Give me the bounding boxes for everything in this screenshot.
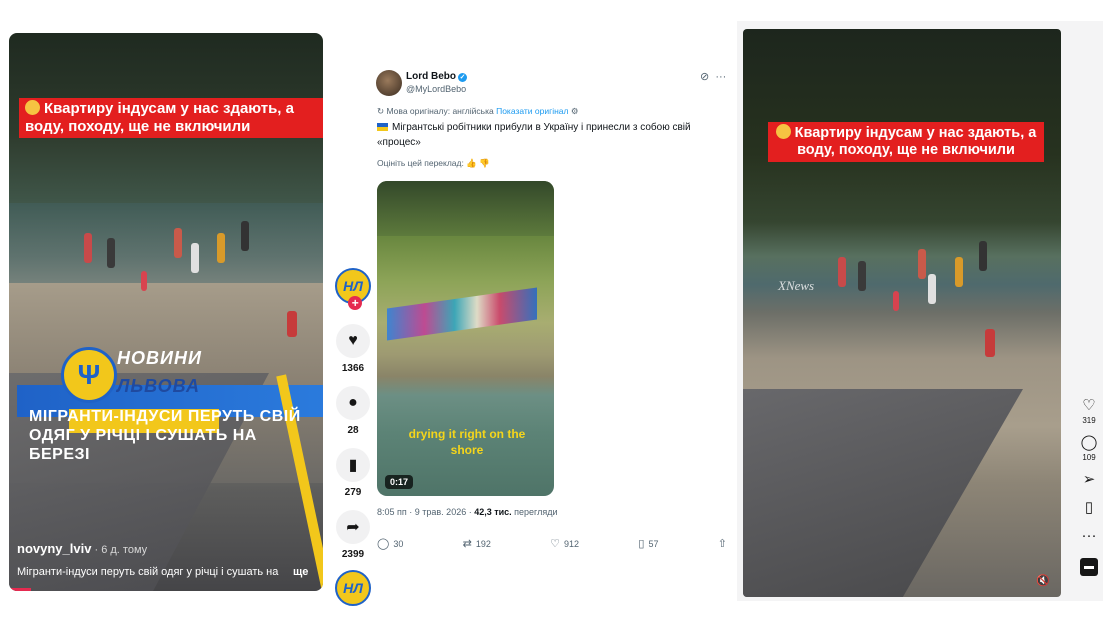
reply-icon: ◯ (377, 538, 390, 550)
heart-icon: ♡ (550, 538, 561, 550)
video-caption: Мігранти-індуси перуть свій одяг у річці… (17, 566, 279, 578)
post-age: · 6 д. тому (91, 544, 148, 556)
more-link[interactable]: ще (293, 566, 308, 578)
x-post: Lord Bebo ✓ @MyLordBebo ⊘ ··· ↻ Мова ориг… (372, 64, 732, 564)
right-comment-count: 109 (1082, 453, 1096, 462)
post-top-icons: ⊘ ··· (700, 70, 726, 83)
right-like-count: 319 (1082, 416, 1096, 425)
bookmark-outline-icon: ▯ (638, 538, 645, 550)
author-line[interactable]: novyny_lviv · 6 д. тому (17, 541, 147, 556)
news-headline: МІГРАНТИ-ІНДУСИ ПЕРУТЬ СВІЙ ОДЯГ У РІЧЦІ… (29, 408, 301, 463)
translate-icon: ↻ (377, 106, 385, 116)
video-progress-bar[interactable] (9, 588, 31, 591)
drying-clothes (387, 287, 537, 341)
music-disc-icon[interactable]: НЛ (335, 570, 371, 606)
author-username[interactable]: novyny_lviv (17, 541, 91, 556)
video-media[interactable]: drying it right on the shore 0:17 (377, 181, 554, 496)
settings-gear-icon[interactable]: ⚙ (571, 106, 579, 116)
video-duration: 0:17 (385, 475, 414, 489)
news-logo-line2: ЛЬВОВА (117, 376, 200, 396)
heart-outline-icon[interactable]: ♡ (1078, 398, 1100, 414)
tiktok-video-left[interactable]: Квартиру індусам у нас здають, а воду, п… (9, 33, 323, 591)
views-count: 42,3 тис. (474, 507, 512, 517)
thumbs-down-icon[interactable]: 👎 (479, 158, 490, 168)
rate-label: Оцініть цей переклад: (377, 158, 464, 168)
bookmark-button[interactable]: ▯ 57 (638, 537, 658, 550)
audio-track-icon[interactable] (1080, 558, 1098, 576)
like-heart-icon[interactable]: ♥ (336, 324, 370, 358)
like-count: 1366 (341, 363, 365, 374)
repost-button[interactable]: ⇄ 192 (463, 537, 491, 550)
avatar[interactable] (376, 70, 402, 96)
channel-avatar[interactable]: НЛ + (335, 268, 371, 310)
channel-avatar-text: НЛ (343, 278, 363, 294)
bookmark-icon[interactable]: ▮ (336, 448, 370, 482)
comment-count: 28 (347, 425, 359, 436)
right-action-rail: ♡ 319 ◯ 109 ➢ ▯ ··· (1078, 398, 1100, 576)
follow-plus-icon[interactable]: + (348, 296, 362, 310)
video-banner-text: Квартиру індусам у нас здають, а воду, п… (768, 122, 1044, 162)
river-area (9, 203, 323, 293)
repost-icon: ⇄ (462, 538, 472, 550)
sad-face-icon (25, 100, 40, 115)
user-handle[interactable]: @MyLordBebo (406, 84, 466, 94)
mute-icon[interactable]: 🔇 (1036, 574, 1050, 587)
post-text: Мігрантські робітники прибули в Україну … (377, 122, 691, 148)
views-label: перегляди (511, 507, 558, 517)
bookmark-outline-icon[interactable]: ▯ (1078, 500, 1100, 516)
post-datetime[interactable]: 8:05 пп · 9 трав. 2026 · (377, 507, 474, 517)
video-banner-text: Квартиру індусам у нас здають, а воду, п… (19, 98, 323, 138)
watermark: XNews (778, 278, 815, 293)
thumbs-up-icon[interactable]: 👍 (466, 158, 477, 168)
news-logo-line1: НОВИНИ (117, 348, 202, 368)
music-disc-text: НЛ (343, 580, 363, 596)
comment-bubble-icon[interactable]: ◯ (1078, 435, 1100, 451)
grok-icon[interactable]: ⊘ (700, 71, 709, 83)
like-button[interactable]: ♡ 912 (550, 537, 579, 550)
tiktok-video-right[interactable]: Квартиру індусам у нас здають, а воду, п… (743, 29, 1061, 597)
share-count: 2399 (341, 549, 365, 560)
share-arrow-icon[interactable]: ➦ (336, 510, 370, 544)
trees-area (377, 181, 554, 236)
send-icon[interactable]: ➢ (1078, 472, 1100, 488)
upload-share-icon: ⇧ (717, 538, 727, 550)
share-button[interactable]: ⇧ (718, 537, 727, 550)
comment-icon[interactable]: ● (336, 386, 370, 420)
trident-icon: Ψ (61, 347, 117, 403)
video-subtitle: drying it right on the shore (408, 427, 526, 457)
ukraine-flag-icon (377, 123, 388, 131)
more-options-icon[interactable]: ··· (715, 71, 726, 83)
show-original-link[interactable]: Показати оригінал (496, 106, 568, 116)
reply-button[interactable]: ◯ 30 (377, 537, 403, 550)
tiktok-action-rail: НЛ + ♥ 1366 ● 28 ▮ 279 ➦ 2399 НЛ (334, 268, 372, 606)
original-language: Мова оригіналу: англійська (386, 106, 494, 116)
display-name[interactable]: Lord Bebo ✓ (406, 71, 467, 82)
verified-badge-icon: ✓ (458, 73, 467, 82)
more-options-icon[interactable]: ··· (1078, 528, 1100, 544)
concrete-wall (743, 389, 1023, 597)
post-meta: 8:05 пп · 9 трав. 2026 · 42,3 тис. перег… (377, 507, 558, 517)
rate-translation: Оцініть цей переклад: 👍 👎 (377, 158, 490, 169)
sad-face-icon (775, 124, 791, 139)
translation-notice: ↻ Мова оригіналу: англійська Показати ор… (377, 106, 578, 117)
post-actions: ◯ 30 ⇄ 192 ♡ 912 ▯ 57 ⇧ (377, 537, 727, 550)
save-count: 279 (344, 487, 362, 498)
